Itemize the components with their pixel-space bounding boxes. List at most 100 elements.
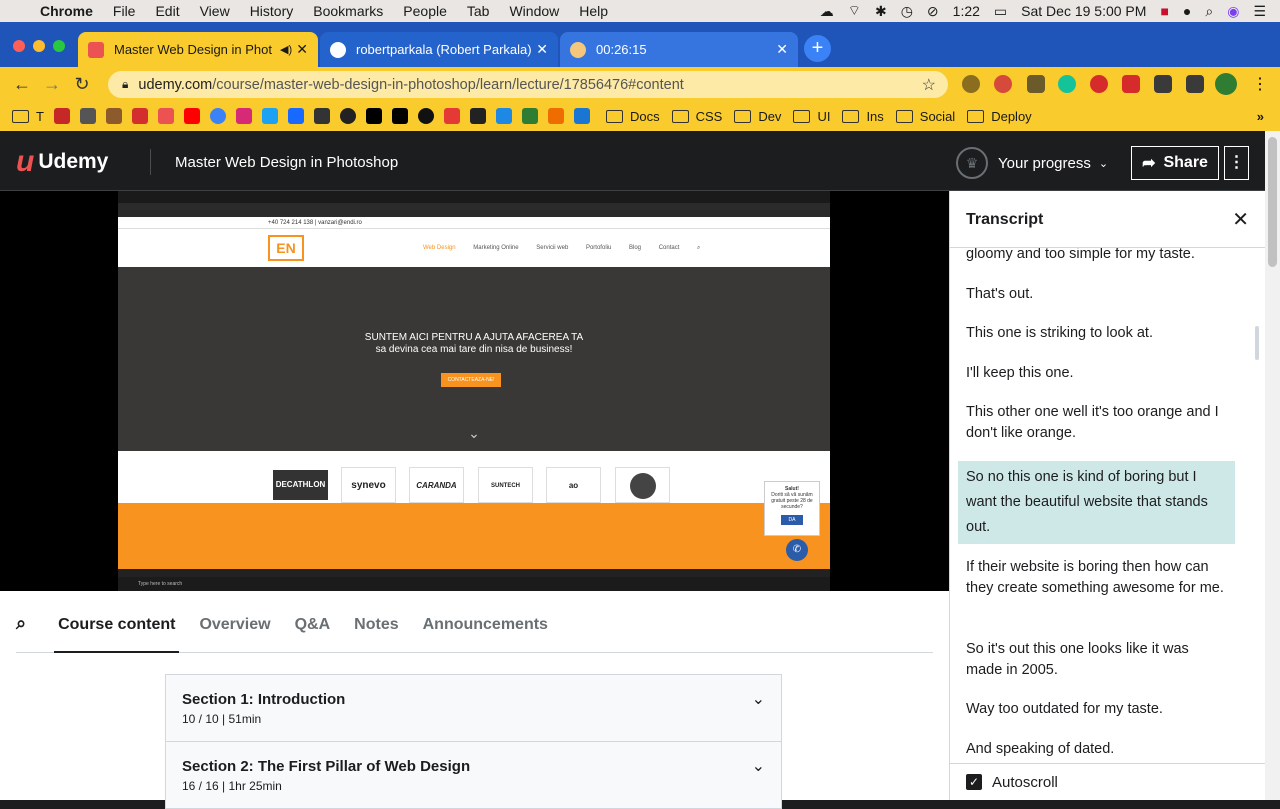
user-icon[interactable]: ●	[1183, 3, 1191, 19]
spotlight-icon[interactable]: ⌕	[1205, 3, 1213, 20]
twitter-icon[interactable]	[261, 108, 278, 124]
menu-bookmarks[interactable]: Bookmarks	[313, 3, 383, 19]
tab-timer[interactable]: 00:26:15 ✕	[560, 32, 798, 67]
new-tab-button[interactable]: +	[804, 35, 831, 62]
page-scrollbar[interactable]	[1265, 131, 1280, 800]
autoscroll-toggle[interactable]: ✓ Autoscroll	[950, 763, 1265, 800]
tab-github[interactable]: robertparkala (Robert Parkala) ✕	[320, 32, 558, 67]
page-scrollbar-thumb[interactable]	[1268, 137, 1277, 267]
tab-course-content[interactable]: Course content	[54, 616, 180, 653]
transcript-cue[interactable]: gloomy and too simple for my taste.	[958, 248, 1235, 265]
close-window-button[interactable]	[13, 40, 25, 52]
transcript-cue[interactable]: So it's out this one looks like it was m…	[958, 639, 1235, 681]
bookmark-folder-ui[interactable]: UI	[793, 109, 830, 124]
more-options-button[interactable]: ⋮	[1224, 146, 1249, 180]
menu-file[interactable]: File	[113, 3, 136, 19]
transcript-cue[interactable]: This other one well it's too orange and …	[958, 402, 1235, 444]
back-icon[interactable]: ←	[7, 74, 37, 95]
do-not-disturb-icon[interactable]: ⊘	[927, 3, 939, 20]
youtube-icon[interactable]	[183, 108, 200, 124]
checkbox-checked-icon[interactable]: ✓	[966, 774, 982, 790]
transcript-cue[interactable]: And speaking of dated.	[958, 739, 1235, 760]
bookmark-folder-social[interactable]: Social	[895, 109, 955, 124]
github-icon[interactable]	[339, 108, 356, 124]
more-bookmarks-icon[interactable]: »	[1257, 109, 1264, 124]
medium-icon[interactable]	[365, 108, 382, 124]
extensions-puzzle-icon[interactable]	[1154, 75, 1172, 93]
chevron-down-icon[interactable]: ⌄	[752, 756, 765, 776]
menu-help[interactable]: Help	[579, 3, 608, 19]
transcript-cue[interactable]: I'll keep this one.	[958, 363, 1235, 384]
siri-icon[interactable]: ◉	[1227, 3, 1239, 20]
bookmark-icon[interactable]	[53, 108, 70, 124]
udemy-logo[interactable]: u Udemy	[16, 145, 108, 179]
transcript-cue[interactable]: This one is striking to look at.	[958, 323, 1235, 344]
extension-red-icon[interactable]	[1122, 75, 1140, 93]
maximize-window-button[interactable]	[53, 40, 65, 52]
course-title[interactable]: Master Web Design in Photoshop	[175, 154, 398, 171]
bluetooth-icon[interactable]: ✱	[875, 3, 887, 20]
transcript-cue[interactable]: That's out.	[958, 284, 1235, 305]
video-player[interactable]: +40 724 214 138 | vanzari@endi.ro EN Web…	[0, 191, 949, 591]
tab-announcements[interactable]: Announcements	[419, 616, 552, 652]
grammarly-icon[interactable]	[1058, 75, 1076, 93]
tab-overview[interactable]: Overview	[195, 616, 274, 652]
menu-view[interactable]: View	[200, 3, 230, 19]
reload-icon[interactable]: ↻	[67, 74, 97, 95]
wifi-icon[interactable]: ⌔	[848, 2, 861, 20]
section-panel[interactable]: Section 2: The First Pillar of Web Desig…	[165, 741, 782, 809]
typora-icon[interactable]	[573, 108, 590, 124]
forward-icon[interactable]: →	[37, 74, 67, 95]
address-bar[interactable]: 🔒︎ udemy.com/course/master-web-design-in…	[108, 71, 948, 98]
bookmark-folder-deploy[interactable]: Deploy	[967, 109, 1032, 124]
codepen-icon[interactable]	[313, 108, 330, 124]
bookmark-folder-css[interactable]: CSS	[671, 109, 722, 124]
battery-time[interactable]: 1:22	[953, 3, 980, 19]
behance-icon[interactable]	[287, 108, 304, 124]
menu-tab[interactable]: Tab	[467, 3, 490, 19]
search-icon[interactable]: ⌕	[16, 613, 30, 652]
close-tab-icon[interactable]: ✕	[296, 41, 308, 58]
dribbble-icon[interactable]	[417, 108, 434, 124]
transcript-list[interactable]: gloomy and too simple for my taste. That…	[950, 248, 1250, 763]
extension-adblock-icon[interactable]	[1090, 75, 1108, 93]
bookmark-icon[interactable]	[521, 108, 538, 124]
tab-qa[interactable]: Q&A	[291, 616, 335, 652]
bookmark-icon[interactable]	[547, 108, 564, 124]
clock[interactable]: Sat Dec 19 5:00 PM	[1021, 3, 1146, 19]
transcript-cue-active[interactable]: So no this one is kind of boring but I w…	[958, 461, 1235, 544]
chrome-menu-icon[interactable]: ⋮	[1252, 74, 1268, 94]
transcript-scrollbar[interactable]	[1255, 326, 1259, 360]
flag-icon[interactable]: ■	[1160, 3, 1168, 19]
bookmark-folder-ins[interactable]: Ins	[842, 109, 884, 124]
bookmark-icon[interactable]	[469, 108, 486, 124]
bookmark-folder-dev[interactable]: Dev	[734, 109, 781, 124]
section-panel[interactable]: Section 1: Introduction 10 / 10 | 51min …	[165, 674, 782, 742]
media-controls-icon[interactable]	[1186, 75, 1204, 93]
close-tab-icon[interactable]: ✕	[776, 41, 788, 58]
time-machine-icon[interactable]: ◷	[901, 3, 913, 20]
close-icon[interactable]: ✕	[1232, 207, 1249, 232]
creative-cloud-icon[interactable]: ☁	[820, 3, 834, 20]
battery-icon[interactable]: ▭	[994, 3, 1007, 20]
instagram-icon[interactable]	[235, 108, 252, 124]
bookmark-icon[interactable]	[495, 108, 512, 124]
menu-window[interactable]: Window	[509, 3, 559, 19]
bookmark-star-icon[interactable]: ☆	[922, 75, 936, 95]
bookmark-icon[interactable]	[105, 108, 122, 124]
dev-icon[interactable]	[391, 108, 408, 124]
bookmark-icon[interactable]	[443, 108, 460, 124]
chevron-down-icon[interactable]: ⌄	[752, 689, 765, 709]
extension-color-icon[interactable]	[994, 75, 1012, 93]
close-tab-icon[interactable]: ✕	[536, 41, 548, 58]
transcript-cue[interactable]: If their website is boring then how can …	[958, 557, 1235, 599]
share-button[interactable]: ➦ Share	[1131, 146, 1219, 180]
notification-center-icon[interactable]: ☰	[1253, 3, 1266, 20]
bookmark-icon[interactable]	[131, 108, 148, 124]
bookmark-icon[interactable]	[79, 108, 96, 124]
progress-button[interactable]: ♛ Your progress ⌄	[956, 147, 1108, 179]
speaker-icon[interactable]: ◀)	[280, 43, 292, 56]
tab-udemy[interactable]: Master Web Design in Phot ◀) ✕	[78, 32, 318, 67]
tab-notes[interactable]: Notes	[350, 616, 402, 652]
extension-bug-icon[interactable]	[962, 75, 980, 93]
